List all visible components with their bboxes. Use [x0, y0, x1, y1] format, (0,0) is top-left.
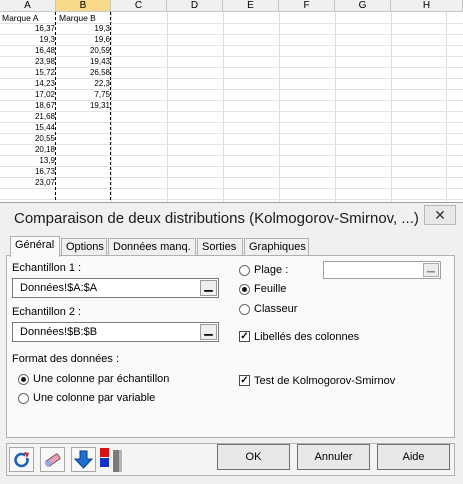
column-header-e[interactable]: E: [223, 0, 279, 12]
cell-a[interactable]: 19,3: [0, 35, 55, 45]
column-header-b[interactable]: B: [56, 0, 111, 12]
tab-options[interactable]: Options: [61, 238, 107, 256]
sample2-range-button[interactable]: ▁: [200, 324, 217, 340]
classeur-label[interactable]: Classeur: [254, 303, 297, 315]
cancel-button[interactable]: Annuler: [297, 444, 370, 470]
sample2-field[interactable]: Données!$B:$B: [12, 322, 219, 342]
cell-a[interactable]: 15,72: [0, 68, 55, 78]
cell-a[interactable]: 16,48: [0, 46, 55, 56]
help-button[interactable]: Aide: [377, 444, 450, 470]
cell-a[interactable]: 16,73: [0, 167, 55, 177]
ok-button[interactable]: OK: [217, 444, 290, 470]
cell-a[interactable]: 15,44: [0, 123, 55, 133]
format-opt1-radio[interactable]: [18, 374, 29, 385]
ks-test-label[interactable]: Test de Kolmogorov-Smirnov: [254, 375, 395, 387]
eraser-icon[interactable]: [40, 447, 65, 472]
spreadsheet-grid: A B C D E F G H Marque A Marque B 16,37 …: [0, 0, 463, 205]
cell-a[interactable]: 23,98: [0, 57, 55, 67]
cell-a[interactable]: 20,18: [0, 145, 55, 155]
classeur-radio[interactable]: [239, 304, 250, 315]
plage-radio[interactable]: [239, 265, 250, 276]
libelles-checkbox[interactable]: ✓: [239, 331, 250, 342]
kolmogorov-smirnov-dialog: Comparaison de deux distributions (Kolmo…: [0, 202, 463, 484]
format-opt2-radio[interactable]: [18, 393, 29, 404]
cell-a[interactable]: 13,9: [0, 156, 55, 166]
cell-a[interactable]: 16,37: [0, 24, 55, 34]
ks-test-checkbox[interactable]: ✓: [239, 375, 250, 386]
cell-a[interactable]: 20,55: [0, 134, 55, 144]
cell-a[interactable]: 18,67: [0, 101, 55, 111]
cell-a[interactable]: 14,23: [0, 79, 55, 89]
cell-a[interactable]: 17,02: [0, 90, 55, 100]
column-header-c[interactable]: C: [111, 0, 167, 12]
plage-label[interactable]: Plage :: [254, 264, 288, 276]
dialog-title: Comparaison de deux distributions (Kolmo…: [14, 210, 419, 227]
column-header-f[interactable]: F: [279, 0, 335, 12]
reset-icon[interactable]: [9, 447, 34, 472]
format-opt1-label[interactable]: Une colonne par échantillon: [33, 373, 169, 385]
column-header-g[interactable]: G: [335, 0, 391, 12]
down-arrow-icon[interactable]: [71, 447, 96, 472]
sample1-field[interactable]: Données!$A:$A: [12, 278, 219, 298]
tab-donnees-manq[interactable]: Données manq.: [108, 238, 196, 256]
format-label: Format des données :: [12, 353, 120, 365]
column-header-h[interactable]: H: [391, 0, 463, 12]
sample2-label: Echantillon 2 :: [12, 306, 82, 318]
column-header-a[interactable]: A: [0, 0, 56, 12]
tab-general[interactable]: Général: [10, 236, 60, 257]
selection-marquee-b: [55, 12, 111, 205]
xlstat-colors-icon[interactable]: [100, 447, 126, 473]
libelles-label[interactable]: Libellés des colonnes: [254, 331, 359, 343]
sample1-range-button[interactable]: ▁: [200, 280, 217, 296]
tab-sorties[interactable]: Sorties: [197, 238, 243, 256]
cell-a[interactable]: 23,07: [0, 178, 55, 188]
cell-header-a[interactable]: Marque A: [2, 13, 38, 23]
close-icon[interactable]: ✕: [424, 205, 456, 225]
sample1-label: Echantillon 1 :: [12, 262, 82, 274]
column-header-d[interactable]: D: [167, 0, 223, 12]
cell-a[interactable]: 21,68: [0, 112, 55, 122]
tab-graphiques[interactable]: Graphiques: [244, 238, 309, 256]
feuille-label[interactable]: Feuille: [254, 283, 286, 295]
format-opt2-label[interactable]: Une colonne par variable: [33, 392, 155, 404]
plage-range-button[interactable]: ▁: [423, 263, 439, 277]
feuille-radio[interactable]: [239, 284, 250, 295]
